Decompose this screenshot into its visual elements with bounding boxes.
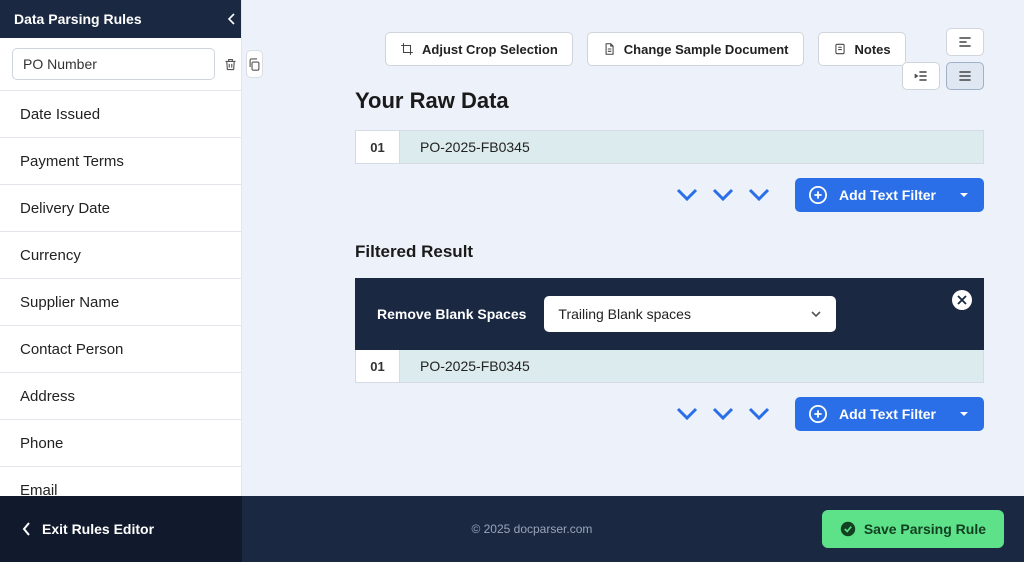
adjust-crop-button[interactable]: Adjust Crop Selection — [385, 32, 573, 66]
toolbar: Adjust Crop Selection Change Sample Docu… — [355, 0, 984, 84]
row-value: PO-2025-FB0345 — [400, 131, 983, 163]
indent-icon — [913, 69, 929, 83]
sidebar-item-label: Phone — [20, 435, 63, 452]
sidebar-title: Data Parsing Rules — [14, 11, 142, 27]
sidebar-item-date-issued[interactable]: Date Issued — [0, 91, 241, 138]
add-text-filter-button[interactable]: Add Text Filter — [795, 397, 984, 431]
button-label: Adjust Crop Selection — [422, 42, 558, 57]
exit-rules-editor-button[interactable]: Exit Rules Editor — [0, 496, 242, 562]
footer: Exit Rules Editor © 2025 docparser.com S… — [0, 496, 1024, 562]
chevron-group — [675, 186, 771, 204]
view-justify-button[interactable] — [946, 62, 984, 90]
caret-down-icon — [958, 408, 970, 420]
sidebar-item-phone[interactable]: Phone — [0, 420, 241, 467]
rule-list: Date Issued Payment Terms Delivery Date … — [0, 91, 241, 496]
filter-type-label: Remove Blank Spaces — [377, 306, 526, 322]
button-label: Add Text Filter — [839, 406, 936, 422]
filter-block-header: Remove Blank Spaces Trailing Blank space… — [355, 278, 984, 350]
chevron-left-icon — [22, 522, 32, 536]
row-number: 01 — [356, 131, 400, 163]
filtered-action-row: Add Text Filter — [355, 397, 984, 431]
add-text-filter-button[interactable]: Add Text Filter — [795, 178, 984, 212]
raw-action-row: Add Text Filter — [355, 178, 984, 212]
view-align-left-button[interactable] — [946, 28, 984, 56]
sidebar-item-supplier-name[interactable]: Supplier Name — [0, 279, 241, 326]
sidebar-item-delivery-date[interactable]: Delivery Date — [0, 185, 241, 232]
change-sample-button[interactable]: Change Sample Document — [587, 32, 804, 66]
notes-button[interactable]: Notes — [818, 32, 906, 66]
sidebar-item-contact-person[interactable]: Contact Person — [0, 326, 241, 373]
view-controls — [902, 28, 984, 90]
chevron-down-icon — [711, 186, 735, 204]
sidebar-item-label: Payment Terms — [20, 153, 124, 170]
caret-down-icon — [958, 189, 970, 201]
trash-icon — [223, 57, 238, 72]
filtered-heading: Filtered Result — [355, 242, 984, 262]
button-label: Save Parsing Rule — [864, 521, 986, 537]
save-parsing-rule-button[interactable]: Save Parsing Rule — [822, 510, 1004, 548]
delete-rule-button[interactable] — [223, 52, 238, 76]
justify-icon — [957, 69, 973, 83]
active-rule-row — [0, 38, 241, 91]
sidebar-item-currency[interactable]: Currency — [0, 232, 241, 279]
sidebar-item-address[interactable]: Address — [0, 373, 241, 420]
document-icon — [602, 42, 616, 56]
row-number: 01 — [356, 350, 400, 382]
check-circle-icon — [840, 521, 856, 537]
align-left-icon — [957, 35, 973, 49]
filter-option-select[interactable]: Trailing Blank spaces — [544, 296, 836, 332]
sidebar: Data Parsing Rules Date Issued Payment T… — [0, 0, 242, 496]
sidebar-item-payment-terms[interactable]: Payment Terms — [0, 138, 241, 185]
chevron-down-icon — [675, 186, 699, 204]
chevron-down-icon — [711, 405, 735, 423]
button-label: Change Sample Document — [624, 42, 789, 57]
plus-circle-icon — [809, 186, 827, 204]
sidebar-item-label: Supplier Name — [20, 294, 119, 311]
raw-data-row: 01 PO-2025-FB0345 — [355, 130, 984, 164]
sidebar-header: Data Parsing Rules — [0, 0, 241, 38]
row-value: PO-2025-FB0345 — [400, 350, 983, 382]
sidebar-item-label: Contact Person — [20, 341, 123, 358]
sidebar-item-label: Email — [20, 482, 58, 497]
footer-copyright: © 2025 docparser.com — [242, 522, 822, 536]
chevron-down-icon — [810, 308, 822, 320]
plus-circle-icon — [809, 405, 827, 423]
remove-filter-button[interactable] — [952, 290, 972, 310]
chevron-down-icon — [747, 405, 771, 423]
sidebar-item-label: Currency — [20, 247, 81, 264]
sidebar-item-label: Address — [20, 388, 75, 405]
chevron-down-icon — [675, 405, 699, 423]
chevron-left-icon — [228, 13, 236, 25]
button-label: Add Text Filter — [839, 187, 936, 203]
view-indent-button[interactable] — [902, 62, 940, 90]
chevron-group — [675, 405, 771, 423]
sidebar-collapse-button[interactable] — [223, 0, 241, 38]
sidebar-item-label: Delivery Date — [20, 200, 110, 217]
sidebar-item-label: Date Issued — [20, 106, 100, 123]
sidebar-item-email[interactable]: Email — [0, 467, 241, 496]
rule-name-input[interactable] — [12, 48, 215, 80]
button-label: Notes — [855, 42, 891, 57]
select-value: Trailing Blank spaces — [558, 306, 691, 322]
crop-icon — [400, 42, 414, 56]
chevron-down-icon — [747, 186, 771, 204]
filtered-data-row: 01 PO-2025-FB0345 — [355, 350, 984, 383]
note-icon — [833, 42, 847, 56]
close-icon — [957, 295, 967, 305]
main-content: Adjust Crop Selection Change Sample Docu… — [242, 0, 1024, 496]
raw-data-heading: Your Raw Data — [355, 88, 984, 114]
button-label: Exit Rules Editor — [42, 521, 154, 537]
